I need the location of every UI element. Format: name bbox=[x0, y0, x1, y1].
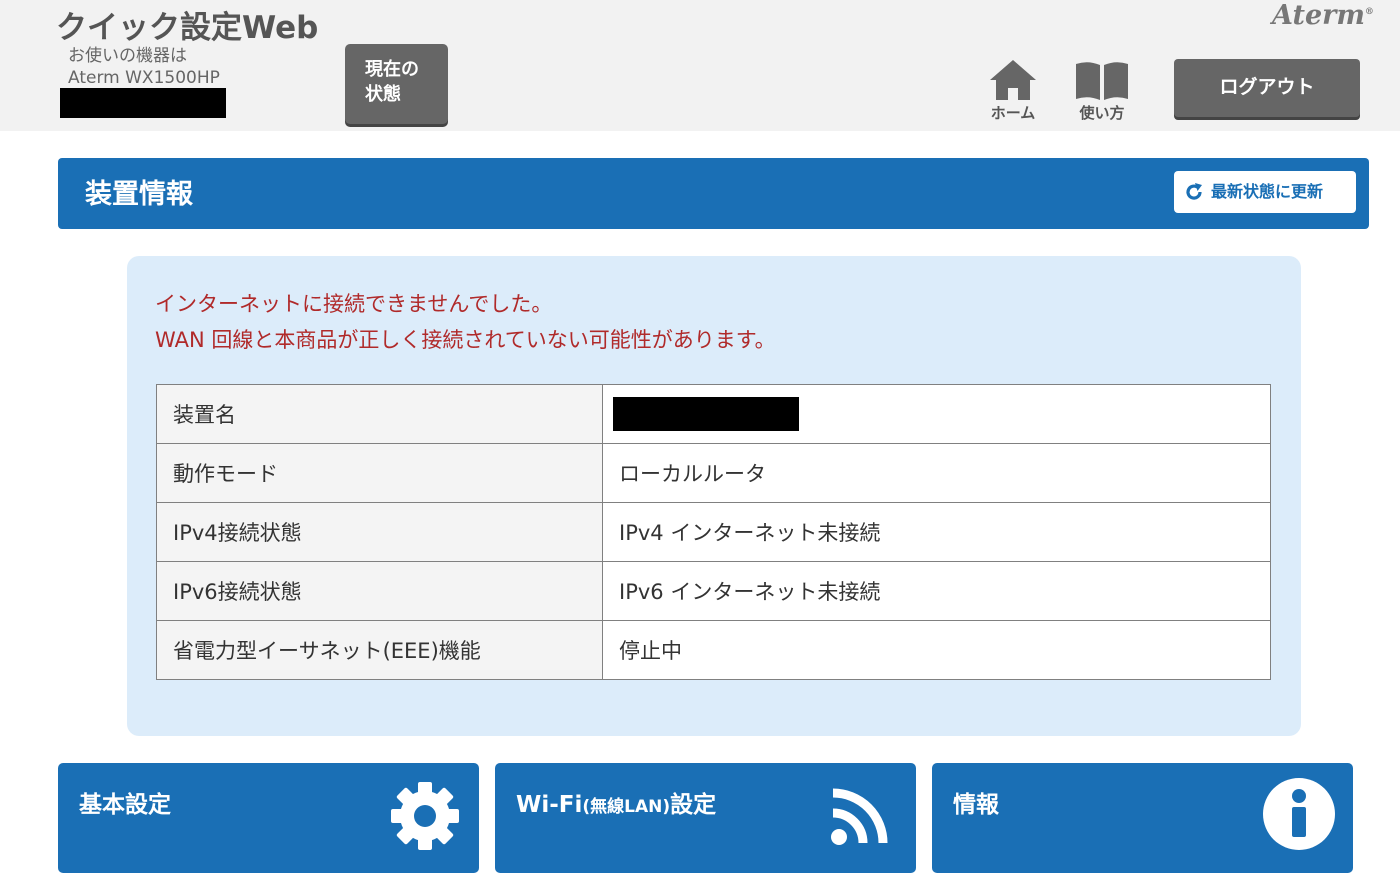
wifi-title-main: Wi-Fi bbox=[516, 792, 583, 818]
refresh-label: 最新状態に更新 bbox=[1211, 182, 1324, 201]
wifi-settings-card[interactable]: Wi-Fi(無線LAN)設定 bbox=[495, 763, 916, 873]
logout-button[interactable]: ログアウト bbox=[1174, 59, 1360, 117]
row-label: IPv4接続状態 bbox=[156, 502, 603, 562]
table-row: 装置名 bbox=[156, 384, 1271, 444]
header: クイック設定Web お使いの機器は Aterm WX1500HP 現在の 状態 … bbox=[0, 0, 1400, 131]
row-label: 省電力型イーサネット(EEE)機能 bbox=[156, 620, 603, 680]
row-value: ローカルルータ bbox=[602, 443, 1271, 503]
table-row: 省電力型イーサネット(EEE)機能 停止中 bbox=[156, 620, 1271, 680]
gear-icon bbox=[391, 782, 459, 850]
row-value: IPv4 インターネット未接続 bbox=[602, 502, 1271, 562]
wifi-icon bbox=[831, 788, 888, 845]
aterm-logo: Aterm® bbox=[1272, 0, 1374, 31]
wifi-title-end: 設定 bbox=[670, 792, 717, 818]
warning-message-line2: WAN 回線と本商品が正しく接続されていない可能性があります。 bbox=[155, 328, 776, 352]
registered-mark: ® bbox=[1364, 7, 1374, 17]
aterm-logo-text: Aterm bbox=[1272, 0, 1365, 31]
redacted-device-name-value bbox=[613, 397, 799, 431]
row-label: 動作モード bbox=[156, 443, 603, 503]
row-value-device-name bbox=[602, 384, 1271, 444]
row-label: IPv6接続状態 bbox=[156, 561, 603, 621]
wifi-settings-title: Wi-Fi(無線LAN)設定 bbox=[516, 785, 716, 819]
basic-settings-card[interactable]: 基本設定 bbox=[58, 763, 479, 873]
row-label: 装置名 bbox=[156, 384, 603, 444]
info-card[interactable]: 情報 bbox=[932, 763, 1353, 873]
table-row: IPv4接続状態 IPv4 インターネット未接続 bbox=[156, 502, 1271, 562]
device-model: Aterm WX1500HP bbox=[68, 68, 220, 88]
home-nav[interactable]: ホーム bbox=[983, 58, 1043, 124]
basic-settings-title: 基本設定 bbox=[79, 792, 171, 818]
guide-nav[interactable]: 使い方 bbox=[1070, 58, 1134, 124]
section-header: 装置情報 最新状態に更新 bbox=[58, 158, 1369, 229]
section-title: 装置情報 bbox=[85, 179, 193, 210]
device-info-panel: インターネットに接続できませんでした。 WAN 回線と本商品が正しく接続されてい… bbox=[127, 256, 1301, 736]
refresh-button[interactable]: 最新状態に更新 bbox=[1174, 171, 1356, 213]
redacted-device-name bbox=[60, 88, 226, 118]
guide-label: 使い方 bbox=[1079, 104, 1125, 122]
info-icon bbox=[1263, 778, 1335, 850]
row-value: 停止中 bbox=[602, 620, 1271, 680]
device-info-table: 装置名 動作モード ローカルルータ IPv4接続状態 IPv4 インターネット未… bbox=[156, 384, 1271, 680]
home-label: ホーム bbox=[990, 104, 1036, 122]
table-row: IPv6接続状態 IPv6 インターネット未接続 bbox=[156, 561, 1271, 621]
current-status-label-line2: 状態 bbox=[365, 84, 401, 105]
refresh-icon bbox=[1186, 183, 1202, 200]
book-icon bbox=[1076, 62, 1128, 100]
table-row: 動作モード ローカルルータ bbox=[156, 443, 1271, 503]
home-icon bbox=[990, 60, 1036, 100]
wifi-title-sub: (無線LAN) bbox=[582, 797, 671, 817]
warning-message-line1: インターネットに接続できませんでした。 bbox=[155, 292, 553, 316]
device-caption: お使いの機器は bbox=[68, 46, 187, 66]
app-title: クイック設定Web bbox=[56, 10, 319, 46]
current-status-button[interactable]: 現在の 状態 bbox=[345, 44, 448, 124]
info-title: 情報 bbox=[953, 792, 999, 818]
row-value: IPv6 インターネット未接続 bbox=[602, 561, 1271, 621]
current-status-label-line1: 現在の bbox=[365, 59, 419, 80]
